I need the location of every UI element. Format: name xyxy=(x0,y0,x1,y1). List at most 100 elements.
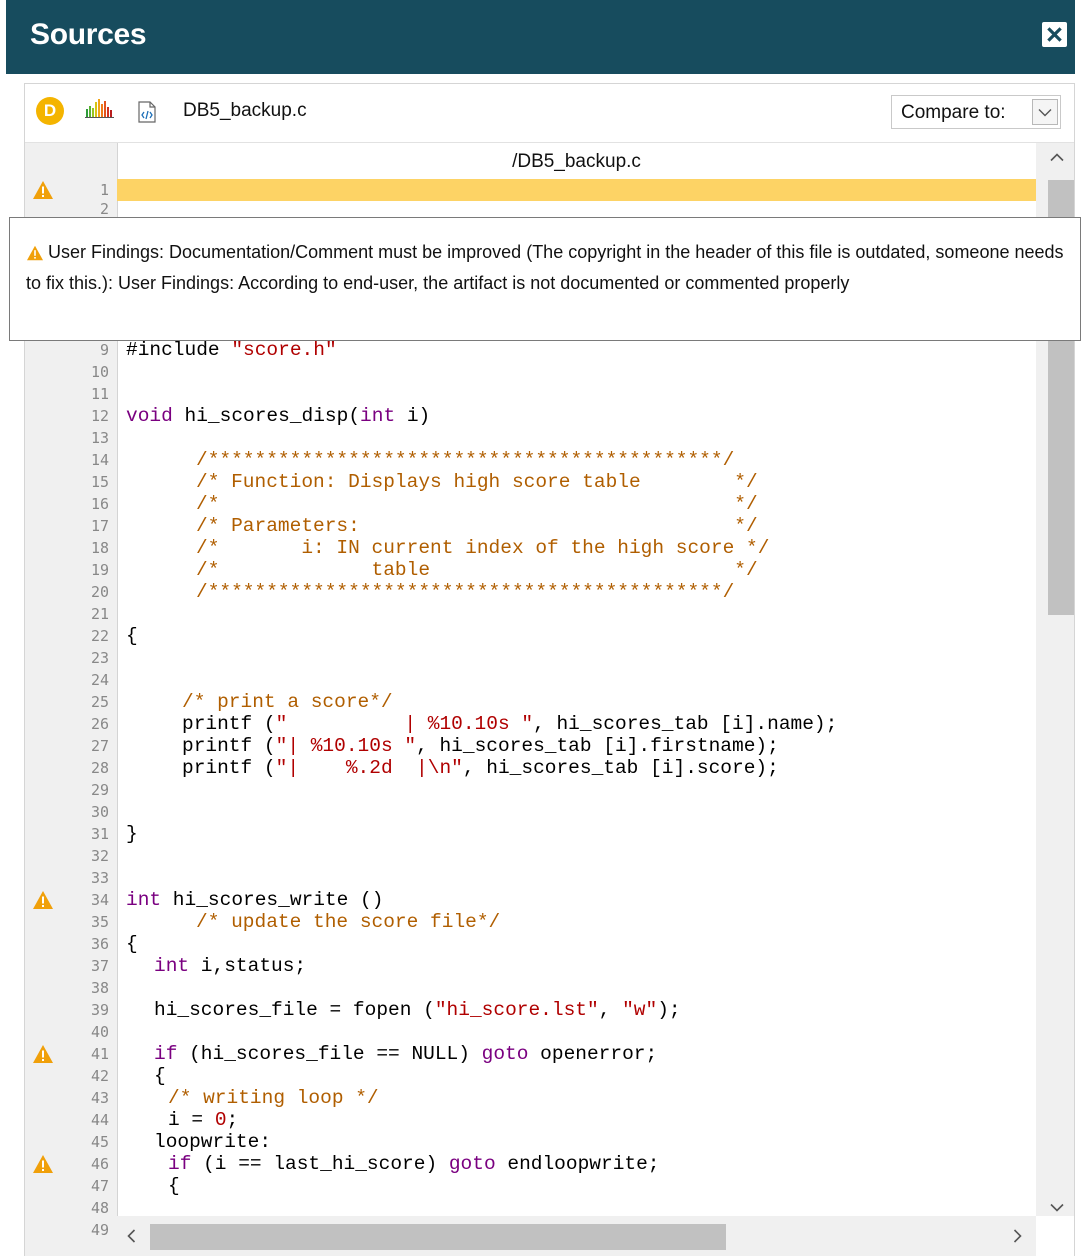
code-text: printf ("| %.2d |\n", hi_scores_tab [i].… xyxy=(182,757,779,779)
line-number: 36 xyxy=(90,935,109,953)
scroll-right-icon[interactable] xyxy=(1013,1229,1022,1243)
code-line[interactable]: 46 if (i == last_hi_score) goto endloopwr… xyxy=(25,1153,1038,1175)
line-number: 22 xyxy=(90,627,109,645)
code-text: /* Parameters: */ xyxy=(196,515,758,537)
horizontal-scroll-thumb[interactable] xyxy=(150,1224,726,1250)
line-number: 13 xyxy=(90,429,109,447)
code-line[interactable]: 37 int i,status; xyxy=(25,955,1038,977)
line-number: 9 xyxy=(99,341,109,359)
warning-icon[interactable] xyxy=(32,180,54,200)
line-number: 25 xyxy=(90,693,109,711)
line-number: 11 xyxy=(90,385,109,403)
code-line[interactable]: 18 /* i: IN current index of the high sco… xyxy=(25,537,1038,559)
code-line[interactable]: 14 /*************************************… xyxy=(25,449,1038,471)
code-line[interactable]: 43 /* writing loop */ xyxy=(25,1087,1038,1109)
code-line[interactable]: 21 xyxy=(25,603,1038,625)
code-text: i = 0; xyxy=(168,1109,239,1131)
title-bar: Sources xyxy=(6,0,1075,74)
code-text: if (i == last_hi_score) goto endloopwrit… xyxy=(168,1153,660,1175)
horizontal-scrollbar[interactable] xyxy=(117,1216,1036,1256)
code-line[interactable]: 11 xyxy=(25,383,1038,405)
line-number: 15 xyxy=(90,473,109,491)
file-path-header: /DB5_backup.c xyxy=(512,151,641,172)
code-line[interactable]: 35 /* update the score file*/ xyxy=(25,911,1038,933)
code-line[interactable]: 31} xyxy=(25,823,1038,845)
code-text: /* print a score*/ xyxy=(182,691,393,713)
code-line[interactable]: 41 if (hi_scores_file == NULL) goto opene… xyxy=(25,1043,1038,1065)
code-text: /* table */ xyxy=(196,559,758,581)
line-number: 26 xyxy=(90,715,109,733)
line-number: 30 xyxy=(90,803,109,821)
scroll-up-icon[interactable] xyxy=(1050,153,1064,162)
line-number: 39 xyxy=(90,1001,109,1019)
close-button[interactable] xyxy=(1042,22,1067,47)
window-title: Sources xyxy=(30,18,147,51)
code-line[interactable]: 23 xyxy=(25,647,1038,669)
line-number: 18 xyxy=(90,539,109,557)
source-file-icon[interactable] xyxy=(137,101,157,123)
warning-icon[interactable] xyxy=(32,890,54,910)
line-number: 29 xyxy=(90,781,109,799)
code-line[interactable]: 44 i = 0; xyxy=(25,1109,1038,1131)
code-line[interactable]: 13 xyxy=(25,427,1038,449)
compare-dropdown-button[interactable] xyxy=(1032,99,1058,125)
code-line[interactable]: 45 loopwrite: xyxy=(25,1131,1038,1153)
code-line[interactable]: 15 /* Function: Displays high score table… xyxy=(25,471,1038,493)
code-text: /* Function: Displays high score table *… xyxy=(196,471,758,493)
line-number: 27 xyxy=(90,737,109,755)
code-line[interactable]: 12 void hi_scores_disp(int i) xyxy=(25,405,1038,427)
code-line[interactable]: 24 xyxy=(25,669,1038,691)
code-text: if (hi_scores_file == NULL) goto openerr… xyxy=(154,1043,658,1065)
code-line[interactable]: 16 /* */ xyxy=(25,493,1038,515)
rating-badge[interactable]: D xyxy=(36,97,64,125)
line-number: 16 xyxy=(90,495,109,513)
code-line[interactable]: 22 { xyxy=(25,625,1038,647)
code-text: int i,status; xyxy=(154,955,307,977)
bar-chart-icon[interactable] xyxy=(85,97,115,119)
code-text: /* i: IN current index of the high score… xyxy=(196,537,770,559)
code-line[interactable]: 32 xyxy=(25,845,1038,867)
code-line[interactable]: 10 xyxy=(25,361,1038,383)
line-number: 33 xyxy=(90,869,109,887)
code-line[interactable]: 30 xyxy=(25,801,1038,823)
file-name: DB5_backup.c xyxy=(183,100,307,121)
scroll-left-icon[interactable] xyxy=(127,1229,136,1243)
code-line[interactable]: 36 { xyxy=(25,933,1038,955)
code-text: printf (" | %10.10s ", hi_scores_tab [i]… xyxy=(182,713,838,735)
code-line[interactable]: 40 xyxy=(25,1021,1038,1043)
code-text: loopwrite: xyxy=(154,1131,272,1153)
line-number: 46 xyxy=(90,1155,109,1173)
code-line[interactable]: 26 printf (" | %10.10s ", hi_scores_tab [… xyxy=(25,713,1038,735)
code-line[interactable]: 29 xyxy=(25,779,1038,801)
compare-to-select[interactable]: Compare to: xyxy=(891,95,1061,129)
code-line[interactable]: 25 /* print a score*/ xyxy=(25,691,1038,713)
close-icon[interactable] xyxy=(1047,27,1062,42)
code-line[interactable]: 20 /*************************************… xyxy=(25,581,1038,603)
line-number: 24 xyxy=(90,671,109,689)
code-text: { xyxy=(126,625,138,647)
line-number: 34 xyxy=(90,891,109,909)
code-text: /***************************************… xyxy=(196,581,735,603)
line-number: 35 xyxy=(90,913,109,931)
code-line[interactable]: 33 xyxy=(25,867,1038,889)
line-number: 19 xyxy=(90,561,109,579)
code-line[interactable]: 28 printf ("| %.2d |\n", hi_scores_tab [i… xyxy=(25,757,1038,779)
code-line[interactable]: 42 { xyxy=(25,1065,1038,1087)
warning-icon[interactable] xyxy=(32,1154,54,1174)
tooltip-text: User Findings: Documentation/Comment mus… xyxy=(26,242,1064,293)
code-line[interactable]: 17 /* Parameters: */ xyxy=(25,515,1038,537)
code-line[interactable]: 47 { xyxy=(25,1175,1038,1197)
code-text: printf ("| %10.10s ", hi_scores_tab [i].… xyxy=(182,735,779,757)
line-number: 40 xyxy=(90,1023,109,1041)
code-line[interactable]: 38 xyxy=(25,977,1038,999)
code-line[interactable]: 19 /* table */ xyxy=(25,559,1038,581)
code-text: /* writing loop */ xyxy=(168,1087,379,1109)
code-line[interactable]: 27 printf ("| %10.10s ", hi_scores_tab [i… xyxy=(25,735,1038,757)
code-line[interactable]: 34 int hi_scores_write () xyxy=(25,889,1038,911)
line-number: 48 xyxy=(90,1199,109,1217)
code-line[interactable]: 39 hi_scores_file = fopen ("hi_score.lst"… xyxy=(25,999,1038,1021)
line-number: 37 xyxy=(90,957,109,975)
warning-icon[interactable] xyxy=(32,1044,54,1064)
scroll-down-icon[interactable] xyxy=(1050,1203,1064,1212)
code-line[interactable]: 9 #include "score.h" xyxy=(25,339,1038,361)
